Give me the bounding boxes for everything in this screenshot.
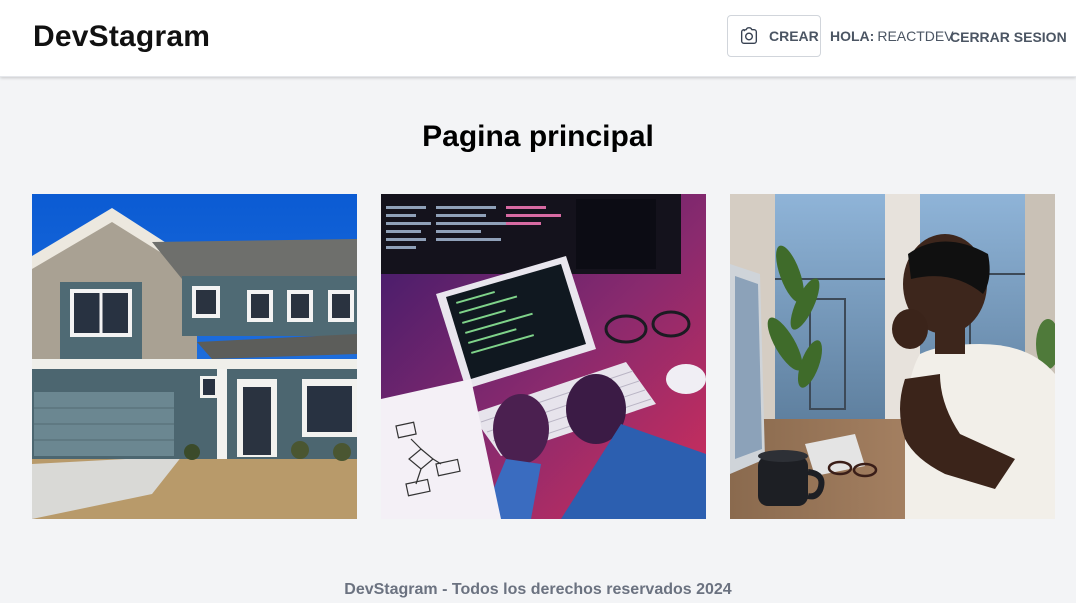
house-photo (32, 194, 357, 519)
post-thumbnail-coding[interactable] (381, 194, 706, 519)
developer-at-desk-photo (730, 194, 1055, 519)
create-post-label: CREAR (769, 28, 819, 44)
posts-grid (32, 194, 1056, 519)
post-thumbnail-house[interactable] (32, 194, 357, 519)
footer-text: DevStagram - Todos los derechos reservad… (344, 581, 732, 598)
create-post-button[interactable]: CREAR (727, 15, 821, 57)
username-label: REACTDEV (877, 28, 954, 44)
user-greeting: HOLA: REACTDEV (830, 28, 954, 44)
logout-link[interactable]: CERRAR SESION (950, 29, 1067, 45)
post-thumbnail-developer[interactable] (730, 194, 1055, 519)
coding-tablet-photo (381, 194, 706, 519)
greeting-label: HOLA: (830, 28, 875, 44)
brand-logo-link[interactable]: DevStagram (33, 20, 210, 54)
page-title: Pagina principal (422, 120, 654, 153)
top-navbar: DevStagram CREAR HOLA: REACTDEV CERRAR SE… (0, 0, 1076, 77)
camera-icon (740, 27, 758, 45)
